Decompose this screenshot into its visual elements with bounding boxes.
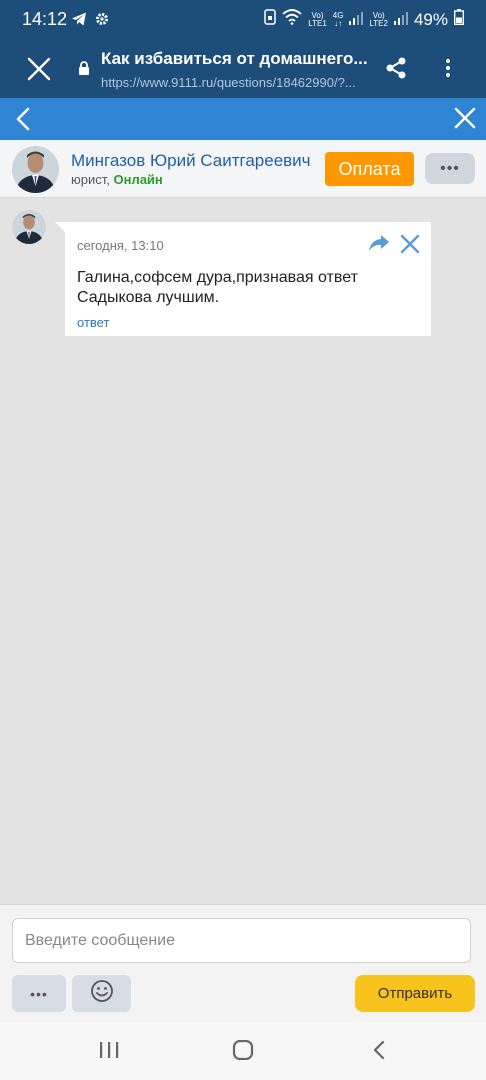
lawyer-role: юрист, Онлайн: [71, 172, 163, 187]
network-label-1: Vo) LTE1: [308, 10, 327, 28]
lock-icon: [78, 61, 90, 80]
message-timestamp: сегодня, 13:10: [77, 238, 164, 253]
recent-apps-icon[interactable]: [98, 1040, 120, 1065]
page-title[interactable]: Как избавиться от домашнего...: [101, 49, 381, 69]
sim-lock-icon: [264, 9, 276, 30]
message-author-avatar[interactable]: [12, 210, 46, 244]
more-vert-icon[interactable]: [436, 56, 460, 85]
back-nav-icon[interactable]: [370, 1040, 390, 1065]
telegram-icon: [71, 11, 87, 32]
browser-toolbar: Как избавиться от домашнего... https://w…: [0, 40, 486, 98]
network-label-2: Vo) LTE2: [369, 10, 388, 28]
more-options-button[interactable]: •••: [425, 153, 475, 184]
composer-panel: ••• Отправить: [0, 904, 486, 1022]
message-bubble: сегодня, 13:10 Галина,софсем дура,призна…: [55, 222, 431, 336]
lawyer-name[interactable]: Мингазов Юрий Саитгареевич: [71, 151, 311, 171]
close-chat-icon[interactable]: [454, 107, 476, 134]
reply-link[interactable]: ответ: [77, 315, 109, 330]
close-tab-icon[interactable]: [26, 56, 52, 82]
battery-icon: [453, 9, 465, 30]
system-nav-bar: [0, 1022, 486, 1080]
battery-percent: 49%: [413, 9, 448, 29]
home-icon[interactable]: [232, 1039, 254, 1065]
page-url[interactable]: https://www.9111.ru/questions/18462990/?…: [101, 75, 381, 90]
wifi-icon: [282, 9, 302, 30]
delete-message-icon[interactable]: [400, 234, 420, 259]
lawyer-profile: Мингазов Юрий Саитгареевич юрист, Онлайн…: [0, 140, 486, 198]
settings-gear-icon: [94, 11, 110, 32]
signal-icon-1: [349, 10, 364, 30]
online-status: Онлайн: [113, 172, 163, 187]
lawyer-avatar[interactable]: [12, 146, 59, 193]
pay-button[interactable]: Оплата: [325, 152, 414, 186]
smiley-icon: [90, 979, 114, 1008]
network-label-4g: 4G ↓↑: [332, 10, 344, 28]
send-button[interactable]: Отправить: [355, 975, 475, 1012]
forward-icon[interactable]: [368, 234, 390, 259]
share-icon[interactable]: [384, 56, 408, 85]
chat-area[interactable]: сегодня, 13:10 Галина,софсем дура,призна…: [0, 198, 486, 904]
emoji-button[interactable]: [72, 975, 131, 1012]
attach-more-button[interactable]: •••: [12, 975, 66, 1012]
chat-header-bar: [0, 98, 486, 140]
message-input[interactable]: [12, 918, 471, 963]
status-time: 14:12: [22, 9, 68, 29]
status-bar: 14:12 Vo) LTE1 4G ↓↑ Vo) LTE2 49%: [0, 0, 486, 40]
back-chevron-icon[interactable]: [14, 107, 34, 136]
message-text: Галина,софсем дура,признавая ответ Садык…: [77, 269, 358, 306]
signal-icon-2: [393, 10, 408, 30]
